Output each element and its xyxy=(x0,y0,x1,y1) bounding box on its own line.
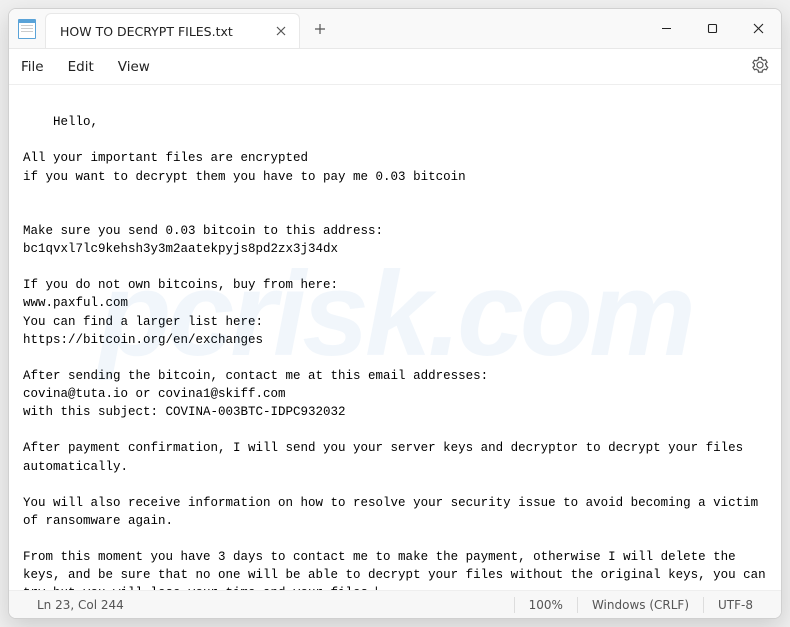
app-icon xyxy=(9,9,45,48)
status-zoom[interactable]: 100% xyxy=(515,598,577,612)
close-button[interactable] xyxy=(735,9,781,48)
settings-button[interactable] xyxy=(751,56,769,78)
text-caret xyxy=(376,586,381,590)
maximize-button[interactable] xyxy=(689,9,735,48)
menu-edit[interactable]: Edit xyxy=(68,59,94,75)
tab-close-button[interactable] xyxy=(273,23,289,39)
document-text: Hello, All your important files are encr… xyxy=(23,115,773,590)
titlebar-drag-area[interactable] xyxy=(338,9,643,48)
text-editor-area[interactable]: Hello, All your important files are encr… xyxy=(9,85,781,590)
window-controls xyxy=(643,9,781,48)
status-position: Ln 23, Col 244 xyxy=(23,598,138,612)
status-encoding[interactable]: UTF-8 xyxy=(704,598,767,612)
statusbar: Ln 23, Col 244 100% Windows (CRLF) UTF-8 xyxy=(9,590,781,618)
status-eol[interactable]: Windows (CRLF) xyxy=(578,598,703,612)
menubar: File Edit View xyxy=(9,49,781,85)
gear-icon xyxy=(751,56,769,74)
notepad-window: HOW TO DECRYPT FILES.txt File Edit View xyxy=(8,8,782,619)
add-tab-button[interactable] xyxy=(302,9,338,48)
menu-file[interactable]: File xyxy=(21,59,44,75)
menu-view[interactable]: View xyxy=(118,59,150,75)
minimize-button[interactable] xyxy=(643,9,689,48)
titlebar[interactable]: HOW TO DECRYPT FILES.txt xyxy=(9,9,781,49)
notepad-icon xyxy=(18,19,36,39)
tab-title: HOW TO DECRYPT FILES.txt xyxy=(60,24,233,39)
tab-active[interactable]: HOW TO DECRYPT FILES.txt xyxy=(45,13,300,48)
